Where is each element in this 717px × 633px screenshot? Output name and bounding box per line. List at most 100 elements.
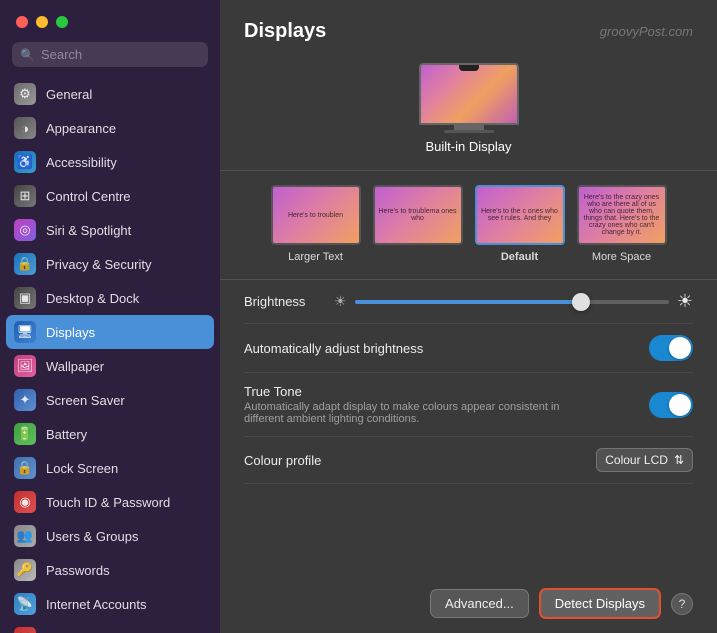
- brightness-slider-fill: [355, 300, 581, 304]
- main-content: Displays groovyPost.com Built-in Display…: [220, 0, 717, 633]
- sidebar-label-touchid: Touch ID & Password: [46, 495, 170, 510]
- brightness-low-icon: ☀: [334, 293, 347, 310]
- true-tone-row: True Tone Automatically adapt display to…: [244, 373, 693, 437]
- resolution-preview-0: Here's to troublen: [271, 185, 361, 245]
- traffic-lights: [0, 0, 220, 38]
- true-tone-toggle[interactable]: [649, 392, 693, 418]
- detect-displays-button[interactable]: Detect Displays: [539, 588, 661, 619]
- resolution-preview-inner-2: Here's to the c ones who see t rules. An…: [477, 187, 563, 243]
- resolution-label-2: Default: [501, 251, 538, 263]
- true-tone-label-group: True Tone Automatically adapt display to…: [244, 384, 584, 425]
- lock-icon: 🔒: [14, 457, 36, 479]
- resolution-section: Here's to troublenLarger TextHere's to t…: [220, 171, 717, 279]
- sidebar-item-displays[interactable]: 🖥Displays: [6, 315, 214, 349]
- sidebar-label-internet: Internet Accounts: [46, 597, 146, 612]
- brightness-slider-track[interactable]: [355, 300, 669, 304]
- sidebar-item-general[interactable]: ⚙General: [6, 77, 214, 111]
- users-icon: 👥: [14, 525, 36, 547]
- sidebar-item-screensaver[interactable]: ✦ Screen Saver: [6, 383, 214, 417]
- sidebar-item-battery[interactable]: 🔋Battery: [6, 417, 214, 451]
- siri-icon: ◎: [14, 219, 36, 241]
- sidebar-label-lock: Lock Screen: [46, 461, 118, 476]
- control-centre-icon: ⊞: [14, 185, 36, 207]
- colour-profile-value: Colour LCD: [605, 453, 668, 467]
- minimize-button[interactable]: [36, 16, 48, 28]
- sidebar-item-siri[interactable]: ◎ Siri & Spotlight: [6, 213, 214, 247]
- resolution-preview-3: Here's to the crazy ones who are there a…: [577, 185, 667, 245]
- sidebar-label-passwords: Passwords: [46, 563, 110, 578]
- wallpaper-icon: 🖼: [14, 355, 36, 377]
- watermark: groovyPost.com: [600, 24, 693, 39]
- resolution-option-1[interactable]: Here's to troublema ones who: [373, 185, 463, 265]
- sidebar-label-appearance: Appearance: [46, 121, 116, 136]
- resolution-preview-inner-0: Here's to troublen: [273, 187, 359, 243]
- auto-brightness-toggle[interactable]: [649, 335, 693, 361]
- sidebar-item-accessibility[interactable]: ♿Accessibility: [6, 145, 214, 179]
- search-icon: 🔍: [20, 48, 35, 62]
- colour-profile-label: Colour profile: [244, 453, 321, 468]
- sidebar-label-displays: Displays: [46, 325, 95, 340]
- colour-profile-dropdown[interactable]: Colour LCD ⇅: [596, 448, 693, 472]
- sidebar-label-desktop: Desktop & Dock: [46, 291, 139, 306]
- sidebar-label-users: Users & Groups: [46, 529, 138, 544]
- auto-brightness-row: Automatically adjust brightness: [244, 324, 693, 373]
- accessibility-icon: ♿: [14, 151, 36, 173]
- search-box[interactable]: 🔍 Search: [12, 42, 208, 67]
- sidebar-item-gamecenter[interactable]: 🎮Game Center: [6, 621, 214, 633]
- monitor-screen: [419, 63, 519, 125]
- sidebar-label-wallpaper: Wallpaper: [46, 359, 104, 374]
- maximize-button[interactable]: [56, 16, 68, 28]
- true-tone-sublabel: Automatically adapt display to make colo…: [244, 401, 584, 425]
- search-input[interactable]: Search: [41, 47, 82, 62]
- screensaver-icon: ✦: [14, 389, 36, 411]
- resolution-preview-inner-3: Here's to the crazy ones who are there a…: [579, 187, 665, 243]
- brightness-slider-thumb[interactable]: [572, 293, 590, 311]
- main-header: Displays groovyPost.com: [220, 0, 717, 53]
- colour-profile-row: Colour profile Colour LCD ⇅: [244, 437, 693, 484]
- page-title: Displays: [244, 20, 326, 43]
- privacy-icon: 🔒: [14, 253, 36, 275]
- sidebar-label-privacy: Privacy & Security: [46, 257, 151, 272]
- sidebar-item-passwords[interactable]: 🔑Passwords: [6, 553, 214, 587]
- brightness-slider-container: ☀ ☀: [334, 291, 693, 312]
- sidebar-item-lock[interactable]: 🔒 Lock Screen: [6, 451, 214, 485]
- monitor-graphic: [419, 63, 519, 131]
- resolution-option-2[interactable]: Here's to the c ones who see t rules. An…: [475, 185, 565, 265]
- resolution-preview-2: Here's to the c ones who see t rules. An…: [475, 185, 565, 245]
- dropdown-arrow-icon: ⇅: [674, 453, 684, 467]
- internet-icon: 📡: [14, 593, 36, 615]
- sidebar-item-internet[interactable]: 📡 Internet Accounts: [6, 587, 214, 621]
- appearance-icon: ◑: [14, 117, 36, 139]
- touchid-icon: ◉: [14, 491, 36, 513]
- desktop-icon: ▣: [14, 287, 36, 309]
- brightness-row: Brightness ☀ ☀: [244, 280, 693, 324]
- sidebar-item-appearance[interactable]: ◑ Appearance: [6, 111, 214, 145]
- sidebar-item-desktop[interactable]: ▣ Desktop & Dock: [6, 281, 214, 315]
- sidebar-item-touchid[interactable]: ◉ Touch ID & Password: [6, 485, 214, 519]
- sidebar-item-privacy[interactable]: 🔒 Privacy & Security: [6, 247, 214, 281]
- general-icon: ⚙: [14, 83, 36, 105]
- sidebar: 🔍 Search ⚙General ◑ Appearance ♿Accessibili…: [0, 0, 220, 633]
- resolution-label-3: More Space: [592, 251, 651, 263]
- sidebar-item-wallpaper[interactable]: 🖼 Wallpaper: [6, 349, 214, 383]
- settings-area: Brightness ☀ ☀ Automatically adjust brig…: [220, 280, 717, 574]
- resolution-option-0[interactable]: Here's to troublenLarger Text: [271, 185, 361, 265]
- auto-brightness-label: Automatically adjust brightness: [244, 341, 423, 356]
- bottom-bar: Advanced... Detect Displays ?: [220, 574, 717, 633]
- close-button[interactable]: [16, 16, 28, 28]
- monitor-notch: [459, 65, 479, 71]
- sidebar-label-siri: Siri & Spotlight: [46, 223, 131, 238]
- true-tone-label: True Tone: [244, 384, 584, 399]
- resolution-preview-inner-1: Here's to troublema ones who: [375, 187, 461, 243]
- monitor-base: [444, 130, 494, 133]
- sidebar-label-screensaver: Screen Saver: [46, 393, 125, 408]
- display-preview-section: Built-in Display: [220, 53, 717, 170]
- auto-brightness-label-group: Automatically adjust brightness: [244, 341, 423, 356]
- battery-icon: 🔋: [14, 423, 36, 445]
- sidebar-item-users[interactable]: 👥 Users & Groups: [6, 519, 214, 553]
- gamecenter-icon: 🎮: [14, 627, 36, 633]
- resolution-option-3[interactable]: Here's to the crazy ones who are there a…: [577, 185, 667, 265]
- sidebar-item-control-centre[interactable]: ⊞Control Centre: [6, 179, 214, 213]
- help-button[interactable]: ?: [671, 593, 693, 615]
- advanced-button[interactable]: Advanced...: [430, 589, 529, 618]
